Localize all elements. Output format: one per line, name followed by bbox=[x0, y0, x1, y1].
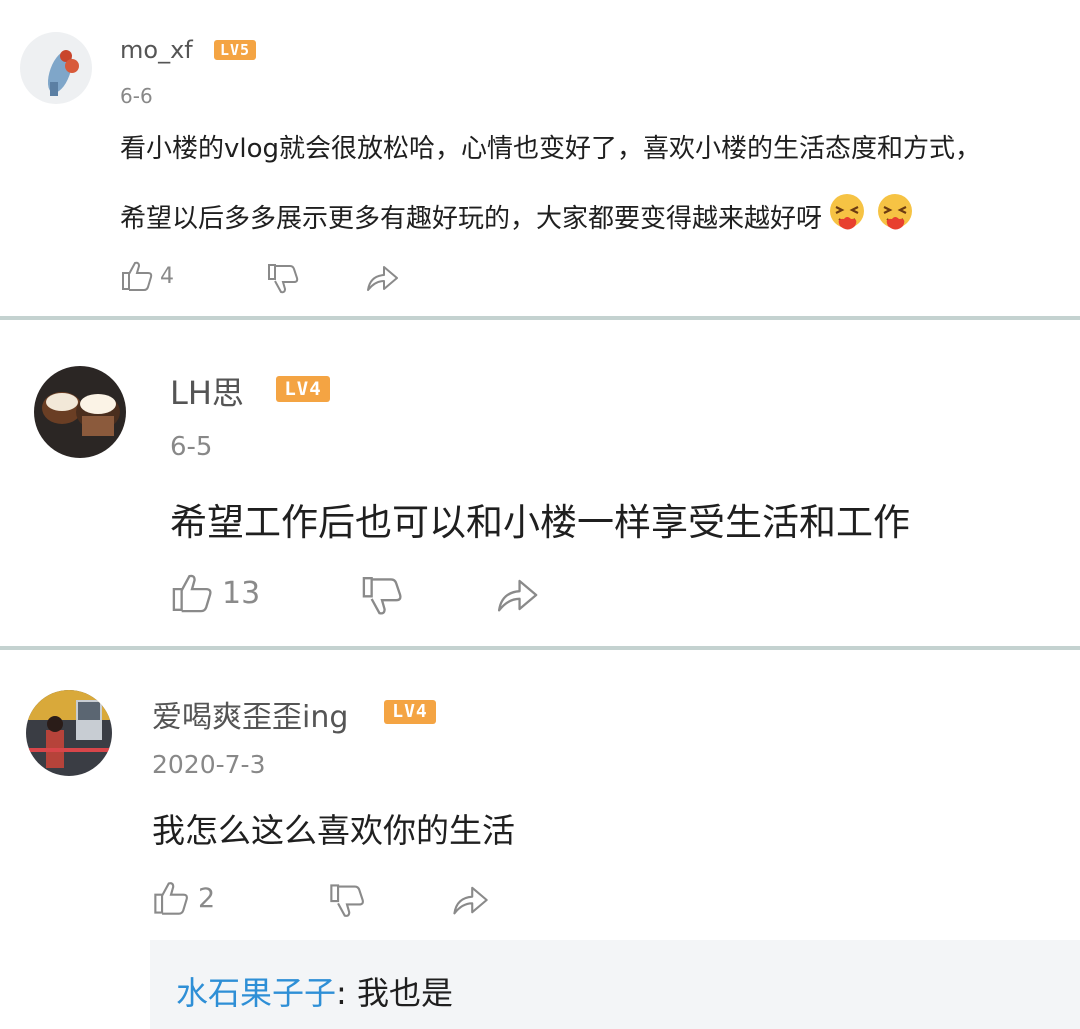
dislike-button[interactable] bbox=[360, 574, 404, 616]
comment-date: 2020-7-3 bbox=[152, 750, 266, 779]
thumb-up-icon bbox=[120, 260, 154, 292]
comment-date: 6-6 bbox=[120, 84, 153, 108]
share-button[interactable] bbox=[494, 574, 540, 616]
username[interactable]: mo_xf bbox=[120, 36, 193, 64]
like-button[interactable]: 13 bbox=[170, 572, 260, 614]
reply-text: 我也是 bbox=[356, 974, 453, 1012]
thumb-up-icon bbox=[170, 572, 214, 614]
hug-face-emoji bbox=[874, 192, 916, 241]
share-icon bbox=[494, 574, 540, 616]
comment-text-line: 我怎么这么喜欢你的生活 bbox=[152, 811, 515, 850]
share-button[interactable] bbox=[364, 262, 400, 294]
comment-item: mo_xf LV5 6-6 看小楼的vlog就会很放松哈，心情也变好了，喜欢小楼… bbox=[0, 0, 1080, 316]
share-icon bbox=[450, 882, 490, 918]
username[interactable]: 爱喝爽歪歪ing bbox=[152, 692, 348, 736]
like-button[interactable]: 2 bbox=[152, 880, 215, 916]
avatar[interactable] bbox=[20, 32, 92, 104]
like-count: 13 bbox=[222, 575, 261, 611]
comment-text-line: 希望以后多多展示更多有趣好玩的，大家都要变得越来越好呀 bbox=[120, 192, 916, 241]
like-count: 2 bbox=[198, 882, 216, 914]
dislike-button[interactable] bbox=[328, 882, 366, 918]
like-button[interactable]: 4 bbox=[120, 260, 174, 292]
level-badge: LV4 bbox=[384, 700, 436, 724]
reply-line: 水石果子子: 我也是 bbox=[176, 968, 453, 1014]
dislike-button[interactable] bbox=[266, 262, 300, 294]
avatar[interactable] bbox=[26, 690, 112, 776]
level-badge: LV5 bbox=[214, 40, 256, 60]
thumb-down-icon bbox=[266, 262, 300, 294]
share-button[interactable] bbox=[450, 882, 490, 918]
level-badge: LV4 bbox=[276, 376, 330, 402]
hug-face-emoji bbox=[826, 192, 868, 241]
reply-username[interactable]: 水石果子子 bbox=[176, 974, 336, 1012]
thumb-down-icon bbox=[360, 574, 404, 616]
comment-date: 6-5 bbox=[170, 432, 213, 462]
reply-separator: : bbox=[336, 974, 357, 1012]
share-icon bbox=[364, 262, 400, 294]
like-count: 4 bbox=[160, 263, 174, 289]
thumb-down-icon bbox=[328, 882, 366, 918]
comment-item: LH思 LV4 6-5 希望工作后也可以和小楼一样享受生活和工作 13 bbox=[0, 320, 1080, 646]
avatar[interactable] bbox=[34, 366, 126, 458]
comment-text-line: 看小楼的vlog就会很放松哈，心情也变好了，喜欢小楼的生活态度和方式， bbox=[120, 134, 982, 164]
username[interactable]: LH思 bbox=[170, 368, 244, 414]
reply-box[interactable]: 水石果子子: 我也是 bbox=[150, 940, 1080, 1029]
comment-text-line: 希望工作后也可以和小楼一样享受生活和工作 bbox=[170, 501, 910, 544]
thumb-up-icon bbox=[152, 880, 190, 916]
comment-text-segment: 希望以后多多展示更多有趣好玩的，大家都要变得越来越好呀 bbox=[120, 204, 823, 234]
